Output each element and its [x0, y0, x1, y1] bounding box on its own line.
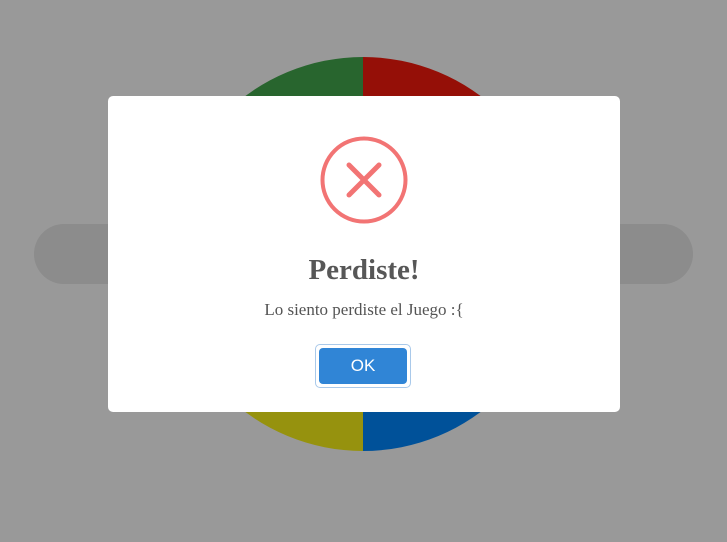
dialog-message: Lo siento perdiste el Juego :{: [264, 300, 464, 319]
dialog-title: Perdiste!: [308, 254, 420, 286]
ok-button[interactable]: OK: [319, 348, 407, 384]
game-stage: Perdiste! Lo siento perdiste el Juego :{…: [0, 0, 727, 542]
lose-dialog: Perdiste! Lo siento perdiste el Juego :{…: [108, 96, 620, 412]
error-x-icon: [320, 136, 408, 224]
ok-button-focus-ring: OK: [315, 344, 411, 388]
